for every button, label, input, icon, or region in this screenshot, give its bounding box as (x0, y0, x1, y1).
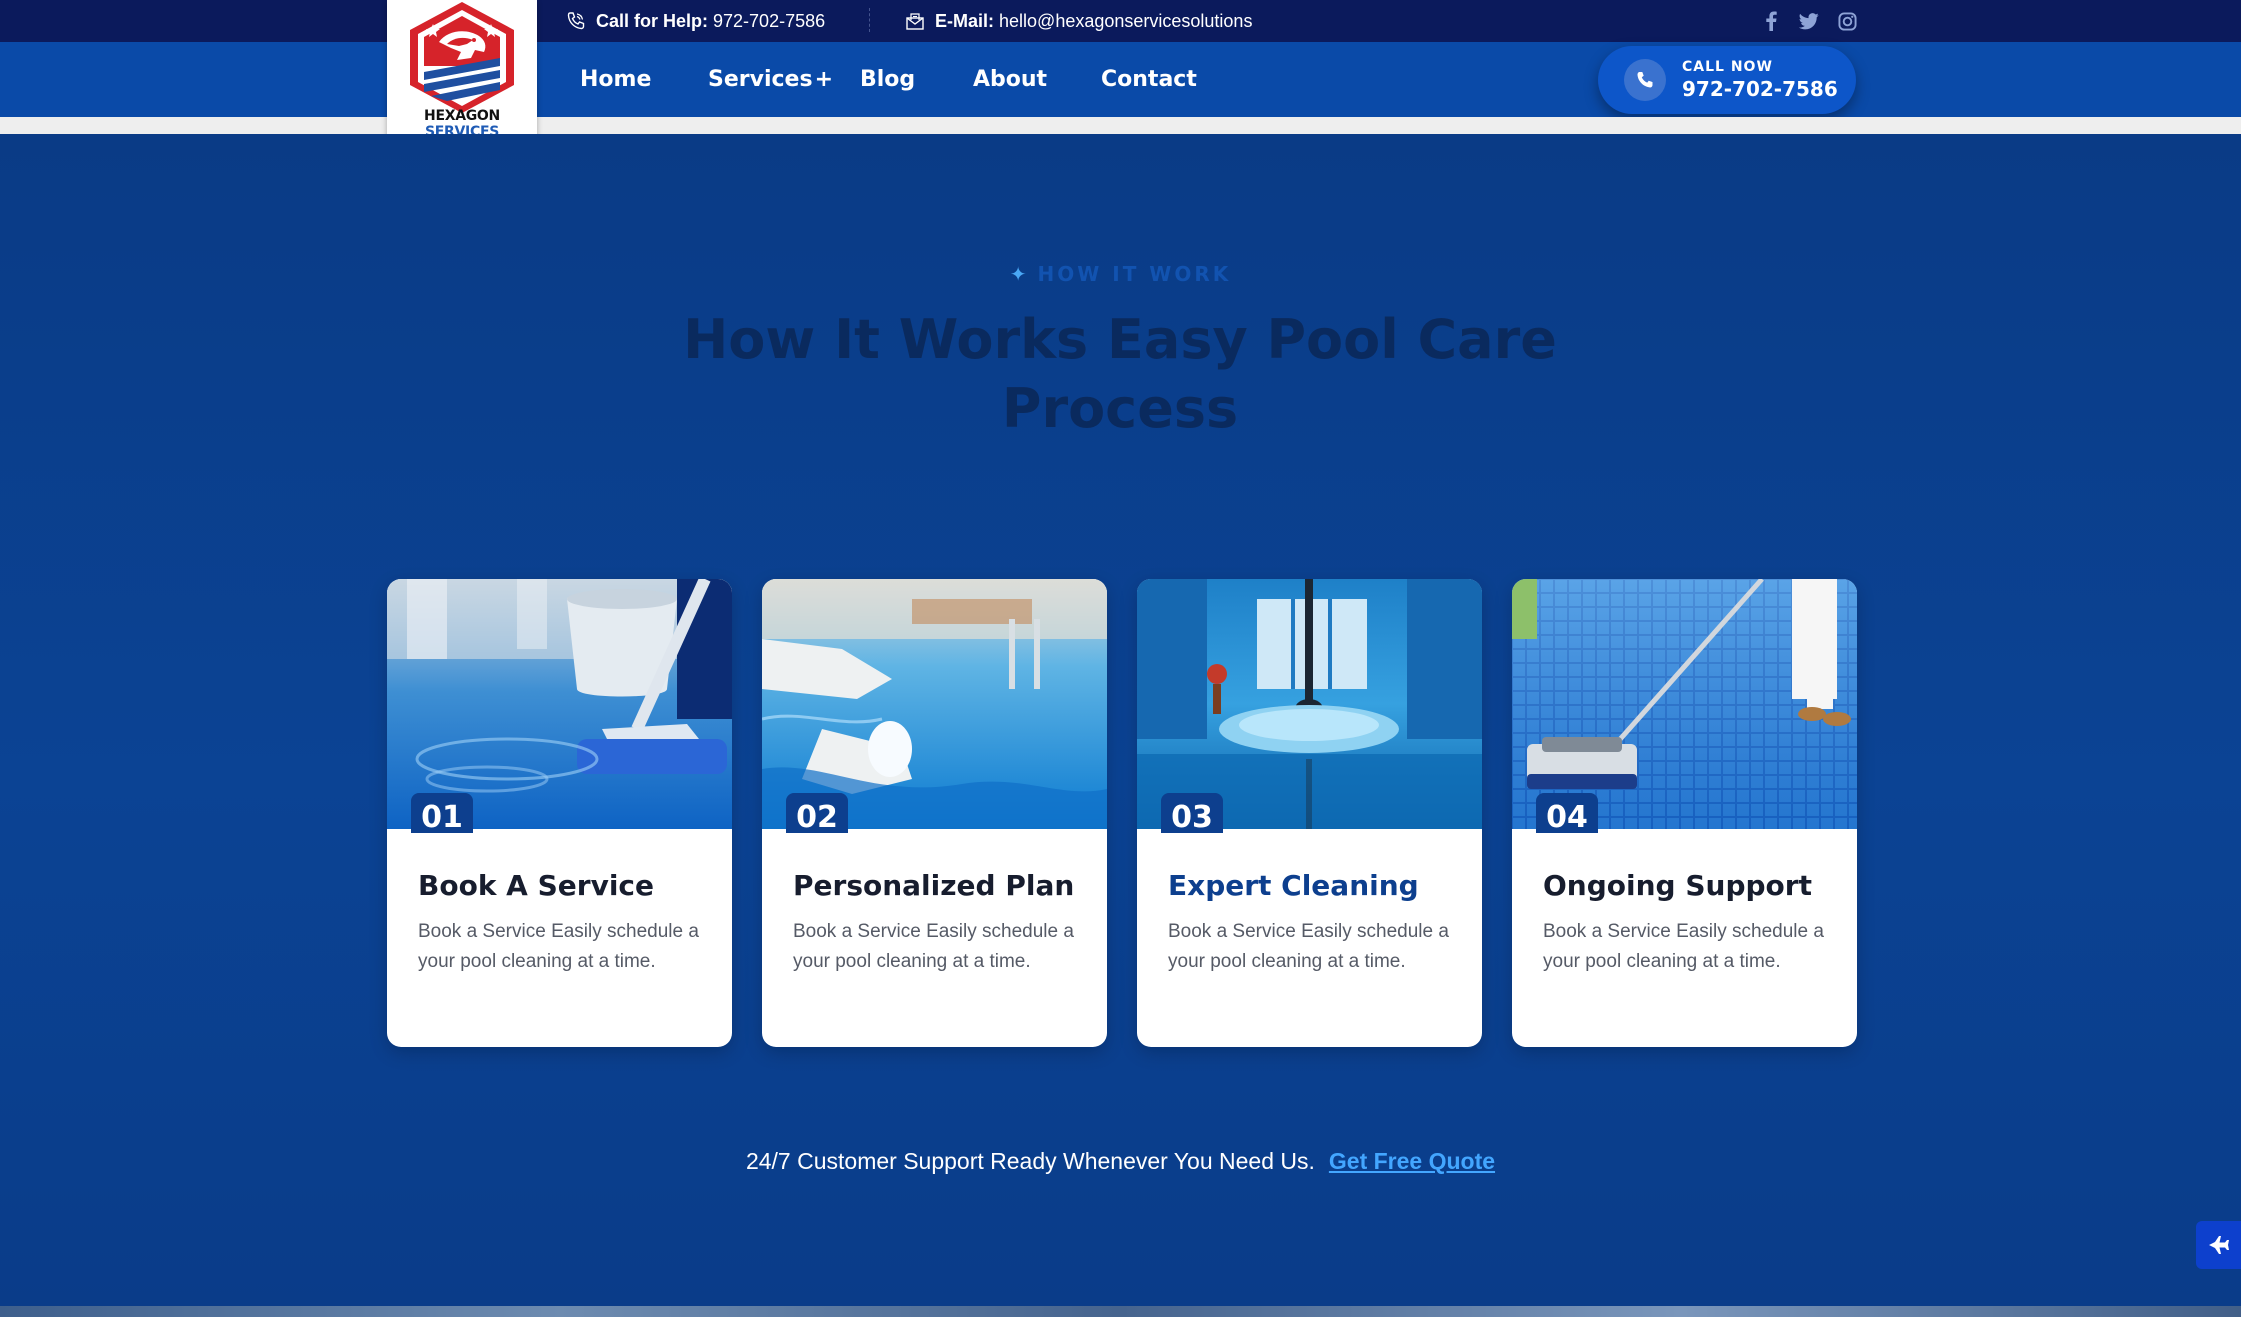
support-line: 24/7 Customer Support Ready Whenever You… (0, 1148, 2241, 1175)
nav-services-label: Services (708, 67, 813, 92)
divider (869, 8, 870, 32)
step-title[interactable]: Expert Cleaning (1168, 869, 1419, 902)
call-now-button[interactable]: CALL NOW 972-702-7586 (1598, 46, 1856, 114)
section-heading: How It Works Easy Pool Care Process (683, 308, 1557, 440)
phone-icon (1624, 59, 1666, 101)
step-number: 03 (1161, 793, 1223, 833)
step-card[interactable]: 02 Personalized Plan Book a Service Easi… (762, 579, 1107, 1047)
step-description: Book a Service Easily schedule a your po… (418, 921, 699, 972)
back-to-top-button[interactable] (2196, 1221, 2241, 1269)
mail-icon (905, 11, 925, 31)
plus-icon: + (814, 67, 833, 92)
pool-vacuum-image (1512, 579, 1857, 829)
eyebrow-text: HOW IT WORK (1037, 262, 1232, 286)
hexagon-logo-icon (410, 2, 514, 113)
phone-icon (566, 11, 586, 31)
nav-blog-label: Blog (860, 67, 916, 92)
sparkle-icon: ✦ (1009, 262, 1030, 286)
step-description: Book a Service Easily schedule a your po… (1543, 921, 1824, 972)
logo-text-black: HEXAGON (424, 108, 500, 124)
water-test-image (762, 579, 1107, 829)
call-for-help[interactable]: Call for Help: 972-702-7586 (566, 0, 825, 42)
nav-about-label: About (973, 67, 1048, 92)
top-bar: Call for Help: 972-702-7586 E-Mail: hell… (0, 0, 2241, 42)
step-number: 04 (1536, 793, 1598, 833)
mop-bucket-image (387, 579, 732, 829)
get-free-quote-link[interactable]: Get Free Quote (1329, 1148, 1495, 1174)
nav-contact-label: Contact (1101, 67, 1197, 92)
step-description: Book a Service Easily schedule a your po… (1168, 921, 1449, 972)
call-now-number: 972-702-7586 (1682, 77, 1838, 101)
twitter-icon[interactable] (1795, 0, 1823, 42)
call-now-label: CALL NOW (1682, 59, 1773, 75)
step-card[interactable]: 04 Ongoing Support Book a Service Easily… (1512, 579, 1857, 1047)
nav-services[interactable]: Services + (708, 42, 833, 117)
header-underline (0, 117, 2241, 134)
step-title[interactable]: Personalized Plan (793, 869, 1074, 902)
section-eyebrow: ✦ HOW IT WORK (0, 262, 2241, 286)
email-value: hello@hexagonservicesolutions (999, 10, 1253, 31)
step-card[interactable]: 01 Book A Service Book a Service Easily … (387, 579, 732, 1047)
step-title[interactable]: Book A Service (418, 869, 654, 902)
support-text: 24/7 Customer Support Ready Whenever You… (745, 1148, 1315, 1174)
call-label: Call for Help: (596, 10, 709, 31)
email-contact[interactable]: E-Mail: hello@hexagonservicesolutions (905, 0, 1252, 42)
airplane-icon (2208, 1236, 2229, 1254)
footer-edge (0, 1306, 2241, 1317)
facebook-icon[interactable] (1757, 0, 1785, 42)
step-number: 02 (786, 793, 848, 833)
email-label: E-Mail: (935, 10, 995, 31)
step-card[interactable]: 03 Expert Cleaning Book a Service Easily… (1137, 579, 1482, 1047)
nav-contact[interactable]: Contact (1101, 42, 1197, 117)
nav-blog[interactable]: Blog (860, 42, 915, 117)
instagram-icon[interactable] (1833, 0, 1861, 42)
nav-home[interactable]: Home (580, 42, 651, 117)
call-value: 972-702-7586 (713, 10, 826, 31)
nav-about[interactable]: About (973, 42, 1047, 117)
step-number: 01 (411, 793, 473, 833)
step-description: Book a Service Easily schedule a your po… (793, 921, 1074, 972)
floor-mop-image (1137, 579, 1482, 829)
step-title[interactable]: Ongoing Support (1543, 869, 1812, 902)
site-logo[interactable]: HEXAGON SERVICES (387, 0, 537, 143)
nav-home-label: Home (580, 67, 652, 92)
